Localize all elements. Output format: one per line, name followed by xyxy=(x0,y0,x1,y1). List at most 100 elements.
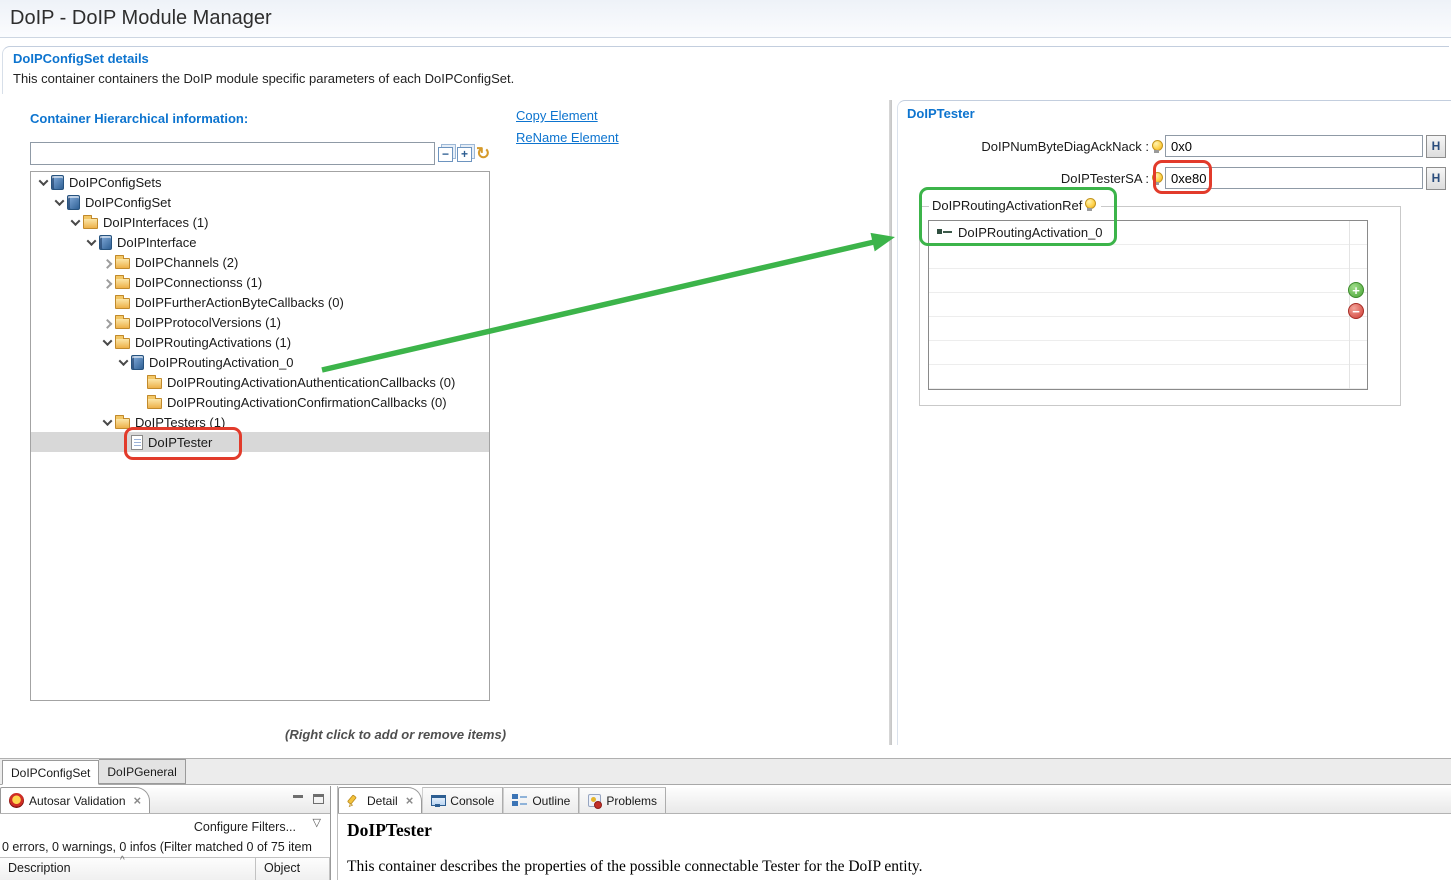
field-row: DoIPTesterSA : H xyxy=(902,166,1447,190)
rename-element-link[interactable]: ReName Element xyxy=(516,130,619,145)
num-byte-diag-acknack-field[interactable] xyxy=(1165,135,1423,157)
reference-icon xyxy=(937,228,953,237)
field-row: DoIPNumByteDiagAckNack : H xyxy=(902,134,1447,158)
validation-status-text: 0 errors, 0 warnings, 0 infos (Filter ma… xyxy=(2,840,330,854)
lightbulb-icon xyxy=(1152,140,1161,153)
collapse-all-icon[interactable]: − xyxy=(438,147,453,162)
section-title: DoIPConfigSet details xyxy=(13,51,149,66)
tab-problems[interactable]: Problems xyxy=(579,787,666,813)
pencil-icon xyxy=(347,794,362,807)
field-label: DoIPTesterSA : xyxy=(902,171,1149,186)
tree-item-label: DoIPInterface xyxy=(117,235,197,250)
tree-item-label: DoIPRoutingActivationConfirmationCallbac… xyxy=(167,395,447,410)
close-icon[interactable]: × xyxy=(406,793,414,808)
column-header-description[interactable]: Description ^ xyxy=(0,858,256,880)
tab-console[interactable]: Console xyxy=(422,787,503,813)
copy-element-link[interactable]: Copy Element xyxy=(516,108,598,123)
tree-item-label: DoIPRoutingActivation_0 xyxy=(149,355,294,370)
detail-body-text: This container describes the properties … xyxy=(347,858,1451,876)
tree-item-doipfurtheractionbytecallbacks-0[interactable]: DoIPFurtherActionByteCallbacks (0) xyxy=(31,292,489,312)
hex-toggle-button[interactable]: H xyxy=(1426,135,1446,158)
tab-detail[interactable]: Detail × xyxy=(338,787,422,813)
tree-item-doipconfigsets[interactable]: DoIPConfigSets xyxy=(31,172,489,192)
section-description: This container containers the DoIP modul… xyxy=(13,71,514,86)
tree-item-doiptesters-1[interactable]: DoIPTesters (1) xyxy=(31,412,489,432)
tree-item-doipinterfaces-1[interactable]: DoIPInterfaces (1) xyxy=(31,212,489,232)
configure-filters-link[interactable]: Configure Filters... xyxy=(194,820,296,834)
ref-list-row[interactable] xyxy=(929,293,1367,317)
tree-item-doipprotocolversions-1[interactable]: DoIPProtocolVersions (1) xyxy=(31,312,489,332)
tree-item-doipconnectionss-1[interactable]: DoIPConnectionss (1) xyxy=(31,272,489,292)
container-hierarchy-tree: DoIPConfigSets DoIPConfigSet DoIPInterface… xyxy=(30,171,490,701)
ref-list-row[interactable]: DoIPRoutingActivation_0 xyxy=(929,221,1367,245)
tree-hint-text: (Right click to add or remove items) xyxy=(285,727,506,742)
tree-item-label: DoIPTesters (1) xyxy=(135,415,225,430)
vertical-splitter[interactable] xyxy=(889,100,892,745)
expand-all-icon[interactable]: + xyxy=(457,147,472,162)
expander-chevron-icon[interactable] xyxy=(35,174,51,190)
view-menu-icon[interactable]: ▽ xyxy=(313,816,321,829)
tab-doipgeneral[interactable]: DoIPGeneral xyxy=(99,759,185,784)
folder-icon xyxy=(115,278,130,289)
tab-autosar-validation[interactable]: Autosar Validation × xyxy=(0,787,150,813)
expander-chevron-icon[interactable] xyxy=(99,314,115,330)
expander-slot xyxy=(131,394,147,410)
expander-chevron-icon[interactable] xyxy=(99,274,115,290)
refresh-icon[interactable]: ↻ xyxy=(476,146,490,162)
maximize-icon[interactable] xyxy=(313,794,324,804)
hex-toggle-button[interactable]: H xyxy=(1426,167,1446,190)
tree-item-doipconfigset[interactable]: DoIPConfigSet xyxy=(31,192,489,212)
expander-slot xyxy=(131,374,147,390)
tester-sa-field[interactable] xyxy=(1165,167,1423,189)
expander-chevron-icon[interactable] xyxy=(99,414,115,430)
tab-outline[interactable]: Outline xyxy=(503,787,579,813)
editor-tab-bar: DoIPConfigSet DoIPGeneral xyxy=(0,758,1451,785)
tree-search-input[interactable] xyxy=(30,142,435,165)
remove-reference-button[interactable]: − xyxy=(1348,303,1364,319)
routing-activation-ref-list[interactable]: DoIPRoutingActivation_0 xyxy=(928,220,1368,390)
ref-list-row[interactable] xyxy=(929,365,1367,389)
folder-icon xyxy=(115,258,130,269)
expander-chevron-icon[interactable] xyxy=(99,334,115,350)
folder-icon xyxy=(115,298,130,309)
detail-view: Detail × Console Outline Problems DoIPTe… xyxy=(337,786,1451,880)
tree-item-label: DoIPInterfaces (1) xyxy=(103,215,209,230)
expander-chevron-icon[interactable] xyxy=(83,234,99,250)
add-reference-button[interactable]: + xyxy=(1348,282,1364,298)
folder-icon xyxy=(147,398,162,409)
problems-icon xyxy=(588,794,601,807)
minimize-icon[interactable] xyxy=(293,794,304,804)
ref-list-row[interactable] xyxy=(929,269,1367,293)
routing-activation-ref-group: DoIPRoutingActivationRef DoIPRoutingActi… xyxy=(919,206,1401,406)
column-header-object[interactable]: Object xyxy=(256,858,330,880)
expander-chevron-icon[interactable] xyxy=(99,254,115,270)
lightbulb-icon xyxy=(1085,198,1094,211)
folder-icon xyxy=(115,318,130,329)
folder-icon xyxy=(147,378,162,389)
close-icon[interactable]: × xyxy=(134,793,142,808)
tree-item-doiproutingactivationauthenticationcallbacks-0[interactable]: DoIPRoutingActivationAuthenticationCallb… xyxy=(31,372,489,392)
detail-heading: DoIPTester xyxy=(347,820,1451,841)
bottom-views: Autosar Validation × Configure Filters..… xyxy=(0,786,1451,880)
ref-list-row[interactable] xyxy=(929,341,1367,365)
tree-item-doiptester[interactable]: DoIPTester xyxy=(31,432,489,452)
expander-chevron-icon[interactable] xyxy=(51,194,67,210)
field-label: DoIPNumByteDiagAckNack : xyxy=(902,139,1149,154)
tree-item-doiproutingactivation-0[interactable]: DoIPRoutingActivation_0 xyxy=(31,352,489,372)
tab-doipconfigset[interactable]: DoIPConfigSet xyxy=(2,760,99,785)
tree-item-doipchannels-2[interactable]: DoIPChannels (2) xyxy=(31,252,489,272)
tree-item-doiproutingactivations-1[interactable]: DoIPRoutingActivations (1) xyxy=(31,332,489,352)
window-title-bar: DoIP - DoIP Module Manager xyxy=(0,0,1451,38)
autosar-validation-view: Autosar Validation × Configure Filters..… xyxy=(0,786,331,880)
module-icon xyxy=(99,235,112,250)
tree-item-doiproutingactivationconfirmationcallbacks-0[interactable]: DoIPRoutingActivationConfirmationCallbac… xyxy=(31,392,489,412)
tree-item-label: DoIPTester xyxy=(148,435,212,450)
tree-item-doipinterface[interactable]: DoIPInterface xyxy=(31,232,489,252)
ref-list-row[interactable] xyxy=(929,245,1367,269)
module-icon xyxy=(51,175,64,190)
tree-item-label: DoIPConfigSet xyxy=(85,195,171,210)
expander-chevron-icon[interactable] xyxy=(115,354,131,370)
expander-chevron-icon[interactable] xyxy=(67,214,83,230)
ref-list-row[interactable] xyxy=(929,317,1367,341)
tree-item-label: DoIPProtocolVersions (1) xyxy=(135,315,281,330)
